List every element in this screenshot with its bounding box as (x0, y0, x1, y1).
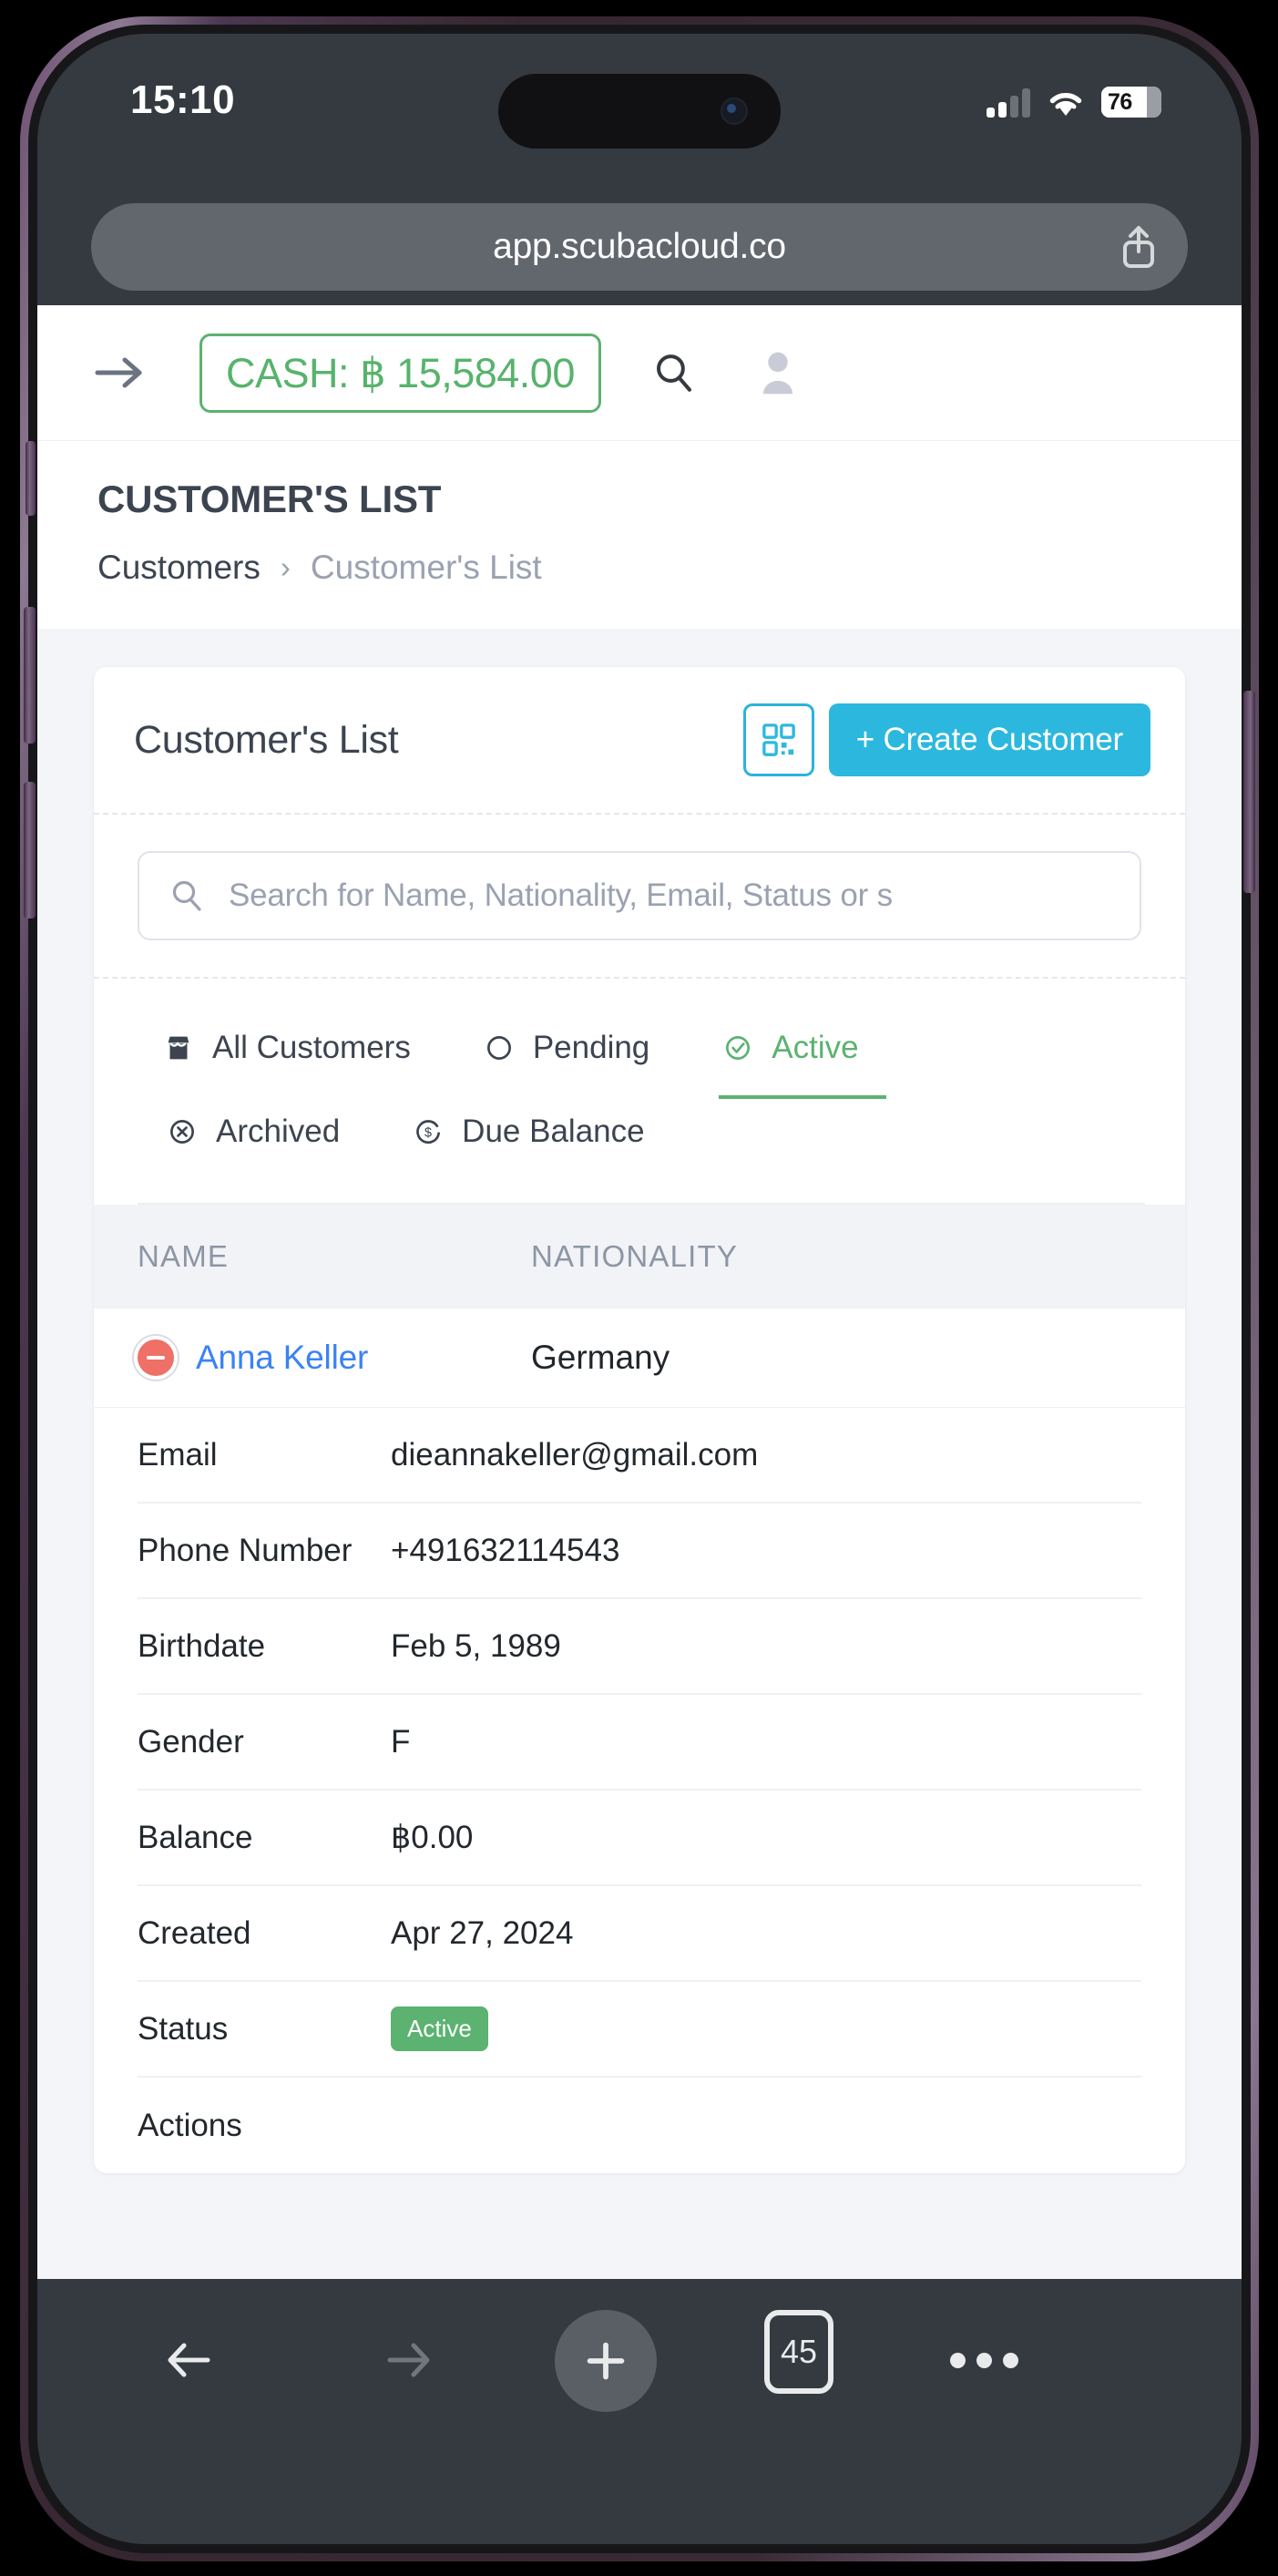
table-row[interactable]: Anna Keller Germany (94, 1309, 1185, 1408)
menu-toggle-arrow-right-icon[interactable] (92, 351, 148, 395)
search-icon (170, 879, 203, 912)
search-placeholder-text: Search for Name, Nationality, Email, Sta… (229, 877, 893, 913)
column-header-name[interactable]: NAME (138, 1239, 531, 1274)
detail-label: Created (138, 1914, 251, 1951)
page-title-band: CUSTOMER'S LIST Customers › Customer's L… (37, 440, 1242, 629)
customers-card: Customer's List + Create Customer Search… (94, 667, 1185, 2173)
cellular-signal-icon (987, 88, 1030, 118)
status-bar: 15:10 76 (37, 34, 1242, 189)
tab-all-customers[interactable]: All Customers (161, 1011, 411, 1088)
table-header-row: NAME NATIONALITY (94, 1205, 1185, 1309)
detail-row-birthdate: Birthdate Feb 5, 1989 (138, 1599, 1141, 1695)
battery-level-text: 76 (1108, 88, 1132, 115)
filter-tabs-row-1: All Customers Pending Active (138, 1011, 1145, 1099)
browser-new-tab-button[interactable] (555, 2310, 657, 2412)
detail-row-balance: Balance ฿0.00 (138, 1791, 1141, 1886)
web-page-content: CASH: ฿ 15,584.00 CUSTOMER'S LIST Custom… (37, 305, 1242, 2314)
customer-detail-list: Email dieannakeller@gmail.com Phone Numb… (94, 1408, 1185, 2173)
user-avatar-icon[interactable] (752, 347, 803, 398)
phone-silence-switch (26, 441, 36, 516)
app-header: CASH: ฿ 15,584.00 (37, 305, 1242, 440)
tab-label: Active (772, 1030, 859, 1065)
tab-active[interactable]: Active (719, 1011, 886, 1099)
cash-balance-badge[interactable]: CASH: ฿ 15,584.00 (199, 333, 601, 413)
breadcrumb-root[interactable]: Customers (97, 549, 261, 587)
svg-text:$: $ (424, 1125, 432, 1140)
browser-more-menu-button[interactable] (950, 2310, 1018, 2410)
dynamic-island (498, 74, 781, 149)
filter-tabs-row-2: Archived $ Due Balance (138, 1095, 1145, 1172)
wifi-icon (1046, 88, 1086, 118)
detail-row-gender: Gender F (138, 1695, 1141, 1791)
detail-label: Email (138, 1436, 218, 1473)
tab-due-balance[interactable]: $ Due Balance (411, 1095, 645, 1172)
check-circle-icon (721, 1031, 755, 1065)
status-bar-icons: 76 (987, 79, 1161, 118)
detail-row-created: Created Apr 27, 2024 (138, 1886, 1141, 1982)
browser-url-bar[interactable]: app.scubacloud.co (91, 203, 1188, 291)
battery-icon: 76 (1101, 87, 1161, 118)
qr-code-icon[interactable] (742, 703, 814, 776)
browser-bottom-toolbar: 45 (37, 2279, 1242, 2544)
customer-nationality: Germany (531, 1339, 670, 1376)
breadcrumb-current: Customer's List (310, 549, 542, 586)
detail-row-phone-number: Phone Number +491632114543 (138, 1504, 1141, 1599)
x-circle-icon (165, 1114, 199, 1149)
status-bar-time: 15:10 (130, 77, 236, 122)
tab-pending[interactable]: Pending (482, 1011, 649, 1088)
dollar-circle-icon: $ (411, 1114, 445, 1149)
column-header-nationality[interactable]: NATIONALITY (531, 1239, 738, 1274)
tab-label: All Customers (212, 1030, 411, 1065)
detail-row-actions: Actions (138, 2078, 1141, 2173)
browser-back-button[interactable] (139, 2310, 240, 2410)
phone-frame: 15:10 76 app.scubacloud.co CASH: ฿ 15,58… (20, 16, 1259, 2561)
front-camera-icon (721, 97, 748, 125)
tab-label: Due Balance (462, 1114, 645, 1149)
share-icon[interactable] (1120, 224, 1157, 270)
detail-label: Balance (138, 1819, 253, 1855)
phone-volume-down-button (24, 782, 36, 919)
phone-volume-up-button (24, 607, 36, 744)
phone-power-button (1243, 691, 1255, 893)
detail-value: Apr 27, 2024 (391, 1914, 574, 1951)
detail-value: +491632114543 (391, 1532, 620, 1568)
browser-tab-count-button[interactable]: 45 (764, 2310, 833, 2394)
url-text: app.scubacloud.co (493, 227, 786, 266)
breadcrumb-separator-icon: › (280, 550, 291, 584)
browser-url-bar-container: app.scubacloud.co (37, 189, 1242, 305)
detail-label: Phone Number (138, 1532, 353, 1568)
breadcrumb: Customers › Customer's List (97, 549, 1242, 587)
detail-label: Gender (138, 1723, 244, 1760)
phone-screen: 15:10 76 app.scubacloud.co CASH: ฿ 15,58… (37, 34, 1242, 2544)
create-customer-button[interactable]: + Create Customer (828, 703, 1150, 776)
search-section: Search for Name, Nationality, Email, Sta… (94, 813, 1185, 977)
card-header: Customer's List + Create Customer (94, 667, 1185, 813)
page-title: CUSTOMER'S LIST (97, 477, 442, 520)
detail-value: ฿0.00 (391, 1819, 474, 1855)
store-icon (161, 1031, 196, 1065)
row-name-cell: Anna Keller (134, 1336, 531, 1380)
detail-value: F (391, 1723, 411, 1760)
browser-forward-button[interactable] (358, 2310, 458, 2410)
tab-label: Pending (532, 1030, 650, 1065)
status-badge: Active (391, 2006, 488, 2051)
detail-row-status: Status Active (138, 1982, 1141, 2078)
detail-label: Actions (138, 2107, 242, 2143)
phone-bezel: 15:10 76 app.scubacloud.co CASH: ฿ 15,58… (28, 25, 1251, 2553)
card-title: Customer's List (134, 717, 399, 762)
tab-label: Archived (216, 1114, 341, 1149)
detail-value: dieannakeller@gmail.com (391, 1436, 759, 1473)
customer-name-link[interactable]: Anna Keller (196, 1339, 368, 1377)
detail-label: Birthdate (138, 1627, 266, 1664)
detail-value: Feb 5, 1989 (391, 1627, 561, 1664)
filter-tabs: All Customers Pending Active Archived $ … (94, 977, 1185, 1205)
search-input[interactable]: Search for Name, Nationality, Email, Sta… (138, 851, 1141, 940)
search-icon[interactable] (649, 347, 700, 398)
detail-value: Active (391, 2006, 488, 2051)
tab-archived[interactable]: Archived (165, 1095, 340, 1172)
circle-icon (482, 1031, 516, 1065)
detail-row-email: Email dieannakeller@gmail.com (138, 1408, 1141, 1504)
detail-label: Status (138, 2010, 229, 2047)
minus-circle-icon[interactable] (134, 1336, 178, 1380)
